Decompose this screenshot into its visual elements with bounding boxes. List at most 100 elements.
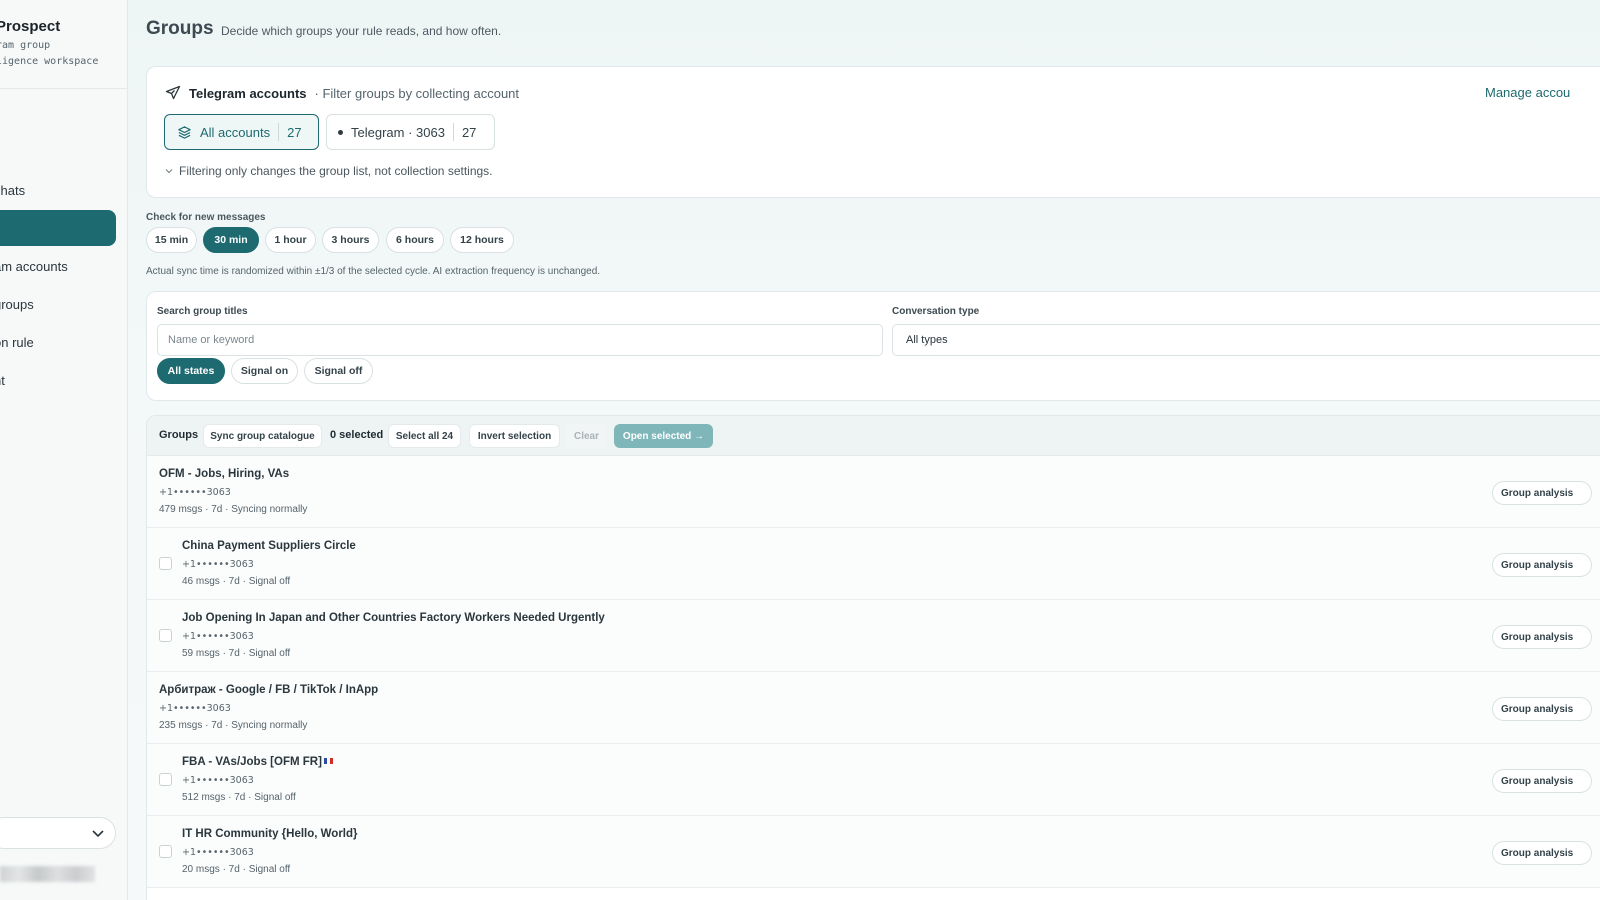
group-title: OFM - Jobs, Hiring, VAs — [159, 468, 290, 480]
group-analysis-button[interactable]: Group analysis — [1492, 841, 1592, 865]
group-account-phone: +1••••••3063 — [182, 775, 254, 786]
conversation-type-label: Conversation type — [892, 306, 980, 317]
group-meta: 479 msgs · 7d · Syncing normally — [159, 504, 308, 515]
search-label: Search group titles — [157, 306, 248, 317]
group-checkbox[interactable] — [159, 557, 172, 570]
sidebar-item-groups-active[interactable] — [0, 210, 116, 246]
invert-selection-button[interactable]: Invert selection — [469, 424, 560, 448]
group-analysis-button[interactable]: Group analysis — [1492, 553, 1592, 577]
group-analysis-button[interactable]: Group analysis — [1492, 769, 1592, 793]
page-subtitle: Decide which groups your rule reads, and… — [221, 24, 502, 38]
state-filter-signal-off[interactable]: Signal off — [304, 358, 373, 384]
group-row[interactable]: Арбитраж - Google / FB / TikTok / InApp … — [147, 672, 1600, 744]
chip-separator — [278, 123, 280, 141]
workspace-select[interactable] — [0, 817, 116, 849]
frequency-option-1hour[interactable]: 1 hour — [265, 227, 316, 253]
group-row[interactable]: FBA - VAs/Jobs [OFM FR] +1••••••3063 512… — [147, 744, 1600, 816]
group-filters-card: Search group titles Name or keyword Conv… — [146, 291, 1600, 401]
frequency-option-30min[interactable]: 30 min — [203, 227, 259, 253]
check-frequency-label: Check for new messages — [146, 212, 266, 223]
group-title: China Payment Suppliers Circle — [182, 540, 356, 552]
sidebar-item-label: am accounts — [0, 258, 68, 274]
accounts-note-text: Filtering only changes the group list, n… — [179, 164, 493, 178]
group-meta: 59 msgs · 7d · Signal off — [182, 648, 291, 659]
send-icon — [165, 85, 181, 100]
sidebar-item-chats[interactable]: chats — [0, 172, 116, 208]
group-analysis-button[interactable]: Group analysis — [1492, 481, 1592, 505]
brand-subtitle-line1: ram group — [0, 40, 51, 51]
flag-fr-icon — [323, 758, 333, 764]
account-chip-all[interactable]: All accounts 27 — [164, 114, 319, 150]
group-meta: 512 msgs · 7d · Signal off — [182, 792, 296, 803]
conversation-type-select[interactable]: All types — [892, 324, 1600, 356]
manage-accounts-link[interactable]: Manage accou — [1485, 85, 1570, 100]
sidebar-item-label: on rule — [0, 334, 34, 350]
sync-catalogue-button[interactable]: Sync group catalogue — [203, 424, 322, 448]
sidebar-item-label: groups — [0, 296, 34, 312]
selected-count: 0 selected — [330, 429, 384, 441]
account-chip-count: 27 — [461, 124, 477, 140]
group-meta: 46 msgs · 7d · Signal off — [182, 576, 291, 587]
group-account-phone: +1••••••3063 — [159, 487, 231, 498]
account-chip-count: 27 — [287, 124, 302, 140]
page-title: Groups — [146, 18, 214, 39]
sidebar: Prospect ram group ligence workspace cha… — [0, 0, 128, 900]
sidebar-item-rule[interactable]: on rule — [0, 324, 116, 360]
select-all-button[interactable]: Select all 24 — [388, 424, 461, 448]
group-account-phone: +1••••••3063 — [182, 847, 254, 858]
sidebar-item-account[interactable]: nt — [0, 362, 116, 398]
chevron-down-icon — [165, 169, 173, 174]
groups-list: Groups Sync group catalogue 0 selected S… — [146, 415, 1600, 900]
brand-subtitle-line2: ligence workspace — [0, 56, 99, 67]
chevron-down-icon — [92, 830, 104, 838]
frequency-option-6hours[interactable]: 6 hours — [386, 227, 444, 253]
group-row[interactable]: OFM - Jobs, Hiring, VAs +1••••••3063 479… — [147, 456, 1600, 528]
sidebar-item-accounts[interactable]: am accounts — [0, 248, 116, 284]
group-checkbox[interactable] — [159, 773, 172, 786]
group-title: Арбитраж - Google / FB / TikTok / InApp — [159, 684, 379, 696]
frequency-option-3hours[interactable]: 3 hours — [322, 227, 379, 253]
group-row[interactable]: IT HR Community {Hello, World} +1••••••3… — [147, 816, 1600, 888]
brand-name: Prospect — [0, 18, 61, 35]
state-filter-all[interactable]: All states — [157, 358, 225, 384]
group-account-phone: +1••••••3063 — [159, 703, 231, 714]
open-selected-button[interactable]: Open selected → — [614, 424, 713, 448]
frequency-note: Actual sync time is randomized within ±1… — [146, 266, 601, 277]
account-chip-label: Telegram · 3063 — [351, 124, 445, 140]
main-content: Groups Decide which groups your rule rea… — [128, 0, 1600, 900]
group-checkbox[interactable] — [159, 845, 172, 858]
group-title: IT HR Community {Hello, World} — [182, 828, 358, 840]
clear-selection-button[interactable]: Clear — [566, 424, 607, 448]
user-profile-redacted[interactable] — [0, 866, 95, 882]
group-title: FBA - VAs/Jobs [OFM FR] — [182, 756, 322, 768]
group-row[interactable]: Job Opening In Japan and Other Countries… — [147, 600, 1600, 672]
account-chip-label: All accounts — [200, 124, 271, 140]
group-checkbox[interactable] — [159, 629, 172, 642]
group-account-phone: +1••••••3063 — [182, 631, 254, 642]
group-analysis-button[interactable]: Group analysis — [1492, 625, 1592, 649]
state-filter-signal-on[interactable]: Signal on — [231, 358, 298, 384]
group-row[interactable]: China Payment Suppliers Circle +1••••••3… — [147, 528, 1600, 600]
sidebar-divider — [0, 88, 127, 89]
group-meta: 20 msgs · 7d · Signal off — [182, 864, 291, 875]
status-dot — [338, 129, 343, 135]
frequency-option-15min[interactable]: 15 min — [146, 227, 197, 253]
accounts-card-header: Telegram accounts · Filter groups by col… — [165, 85, 519, 101]
group-meta: 235 msgs · 7d · Syncing normally — [159, 720, 308, 731]
group-title: Job Opening In Japan and Other Countries… — [182, 612, 605, 624]
chip-separator — [452, 123, 454, 141]
frequency-option-12hours[interactable]: 12 hours — [450, 227, 514, 253]
sidebar-item-label: chats — [0, 182, 26, 198]
search-input[interactable]: Name or keyword — [157, 324, 883, 356]
accounts-card-description: · Filter groups by collecting account — [314, 85, 520, 101]
groups-list-label: Groups — [159, 429, 199, 441]
account-chip-telegram-3063[interactable]: Telegram · 3063 27 — [326, 114, 495, 150]
groups-toolbar: Groups Sync group catalogue 0 selected S… — [147, 416, 1600, 456]
group-title-wrapper: FBA - VAs/Jobs [OFM FR] — [182, 756, 333, 768]
layers-icon — [178, 125, 191, 139]
telegram-accounts-card: Telegram accounts · Filter groups by col… — [146, 66, 1600, 198]
group-analysis-button[interactable]: Group analysis — [1492, 697, 1592, 721]
accounts-filter-note: Filtering only changes the group list, n… — [165, 164, 493, 178]
sidebar-item-groups[interactable]: groups — [0, 286, 116, 322]
group-account-phone: +1••••••3063 — [182, 559, 254, 570]
